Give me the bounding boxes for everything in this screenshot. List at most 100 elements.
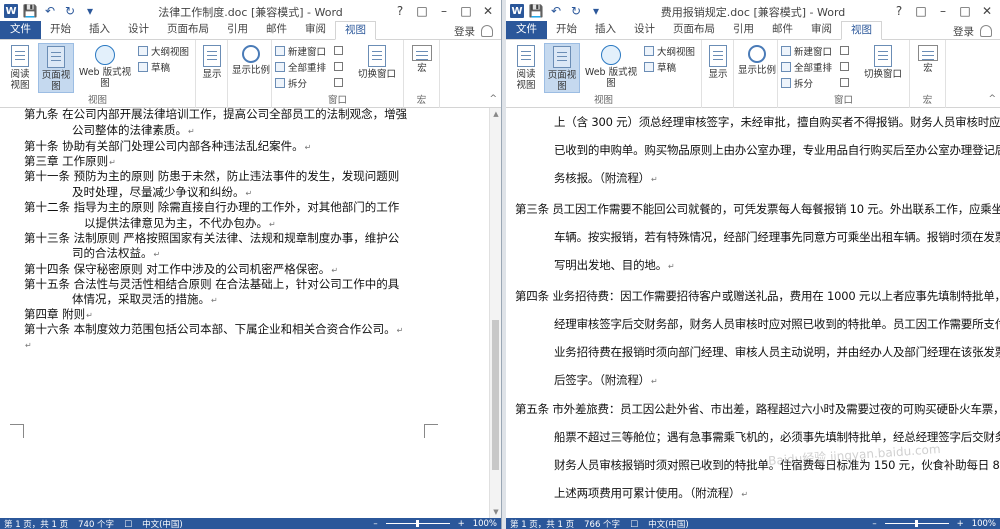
tab-file[interactable]: 文件: [506, 21, 547, 39]
language[interactable]: 中文(中国): [142, 518, 183, 529]
print-layout-button[interactable]: 页面视图: [544, 43, 580, 93]
close-button[interactable]: ✕: [477, 4, 499, 18]
ribbon-display-icon[interactable]: □: [910, 4, 932, 18]
sync-scroll-button[interactable]: [334, 60, 343, 73]
tab-mailings[interactable]: 邮件: [763, 21, 802, 39]
undo-icon[interactable]: ↶: [42, 3, 58, 19]
proofing-icon[interactable]: □: [630, 519, 638, 529]
draft-button[interactable]: 草稿: [138, 60, 170, 74]
read-mode-label: 阅读 视图: [516, 69, 536, 91]
show-button[interactable]: 显示: [196, 43, 228, 80]
tab-references[interactable]: 引用: [724, 21, 763, 39]
zoom-button[interactable]: 显示比例: [736, 43, 778, 76]
zoom-in-icon[interactable]: +: [957, 519, 964, 529]
tab-view[interactable]: 视图: [841, 21, 882, 40]
sign-in-link[interactable]: 登录: [953, 24, 974, 39]
scroll-up-icon[interactable]: ▲: [490, 108, 501, 120]
read-mode-button[interactable]: 阅读 视图: [508, 43, 544, 91]
arrange-all-button[interactable]: 全部重排: [275, 60, 326, 74]
read-mode-button[interactable]: 阅读 视图: [2, 43, 38, 91]
sign-in-link[interactable]: 登录: [454, 24, 475, 39]
split-button[interactable]: 拆分: [275, 76, 307, 90]
collapse-ribbon-icon[interactable]: ^: [489, 94, 497, 104]
save-icon[interactable]: 💾: [22, 3, 38, 19]
tab-layout[interactable]: 页面布局: [664, 21, 724, 39]
customize-qat-icon[interactable]: ▾: [588, 3, 604, 19]
split-icon: [781, 77, 791, 88]
help-icon[interactable]: ?: [389, 4, 411, 18]
account-icon[interactable]: [481, 25, 493, 37]
customize-qat-icon[interactable]: ▾: [82, 3, 98, 19]
save-icon[interactable]: 💾: [528, 3, 544, 19]
sync-scroll-button[interactable]: [840, 60, 849, 73]
collapse-ribbon-icon[interactable]: ^: [988, 94, 996, 104]
proofing-icon[interactable]: □: [124, 519, 132, 529]
web-layout-button[interactable]: Web 版式视图: [76, 43, 134, 89]
maximize-button[interactable]: □: [954, 4, 976, 18]
tab-references[interactable]: 引用: [218, 21, 257, 39]
help-icon[interactable]: ?: [888, 4, 910, 18]
side-by-side-button[interactable]: [840, 44, 849, 57]
new-window-button[interactable]: 新建窗口: [781, 44, 832, 58]
maximize-button[interactable]: □: [455, 4, 477, 18]
account-icon[interactable]: [980, 25, 992, 37]
arrange-all-button[interactable]: 全部重排: [781, 60, 832, 74]
tab-home[interactable]: 开始: [547, 21, 586, 39]
draft-button[interactable]: 草稿: [644, 60, 676, 74]
tab-review[interactable]: 审阅: [296, 21, 335, 39]
side-by-side-button[interactable]: [334, 44, 343, 57]
tab-view[interactable]: 视图: [335, 21, 376, 40]
zoom-slider[interactable]: [385, 520, 450, 527]
page-count[interactable]: 第 1 页，共 1 页: [510, 518, 574, 529]
redo-icon[interactable]: ↻: [62, 3, 78, 19]
zoom-button[interactable]: 显示比例: [230, 43, 272, 76]
web-layout-label: Web 版式视图: [584, 67, 638, 89]
zoom-out-icon[interactable]: –: [373, 519, 377, 529]
scroll-down-icon[interactable]: ▼: [490, 506, 501, 518]
macros-button[interactable]: 宏: [910, 43, 946, 74]
new-window-button[interactable]: 新建窗口: [275, 44, 326, 58]
tab-insert[interactable]: 插入: [80, 21, 119, 39]
outline-button[interactable]: 大纲视图: [644, 44, 695, 58]
tab-file[interactable]: 文件: [0, 21, 41, 39]
outline-button[interactable]: 大纲视图: [138, 44, 189, 58]
zoom-out-icon[interactable]: –: [872, 519, 876, 529]
tab-mailings[interactable]: 邮件: [257, 21, 296, 39]
tab-insert[interactable]: 插入: [586, 21, 625, 39]
split-button[interactable]: 拆分: [781, 76, 813, 90]
close-button[interactable]: ✕: [976, 4, 998, 18]
minimize-button[interactable]: –: [433, 4, 455, 18]
document-page[interactable]: 上（含 300 元）须总经理审核签字，未经审批，擅自购买者不得报销。财务人员审核…: [506, 108, 1000, 518]
zoom-level[interactable]: 100%: [473, 519, 497, 529]
tab-design[interactable]: 设计: [119, 21, 158, 39]
zoom-in-icon[interactable]: +: [458, 519, 465, 529]
tab-home[interactable]: 开始: [41, 21, 80, 39]
zoom-level[interactable]: 100%: [972, 519, 996, 529]
zoom-slider[interactable]: [884, 520, 949, 527]
switch-windows-icon: [874, 45, 892, 67]
switch-windows-button[interactable]: 切换窗口: [860, 43, 906, 80]
reset-position-button[interactable]: [840, 76, 849, 89]
switch-windows-button[interactable]: 切换窗口: [354, 43, 400, 80]
tab-design[interactable]: 设计: [625, 21, 664, 39]
tab-review[interactable]: 审阅: [802, 21, 841, 39]
scroll-thumb[interactable]: [492, 320, 499, 470]
ribbon-display-icon[interactable]: □: [411, 4, 433, 18]
undo-icon[interactable]: ↶: [548, 3, 564, 19]
minimize-button[interactable]: –: [932, 4, 954, 18]
redo-icon[interactable]: ↻: [568, 3, 584, 19]
page-count[interactable]: 第 1 页，共 1 页: [4, 518, 68, 529]
word-count[interactable]: 740 个字: [78, 518, 114, 529]
doc-line: 及时处理，尽量减少争议和纠纷。↵: [72, 185, 253, 199]
web-layout-button[interactable]: Web 版式视图: [582, 43, 640, 89]
macros-button[interactable]: 宏: [404, 43, 440, 74]
reset-position-button[interactable]: [334, 76, 343, 89]
word-count[interactable]: 766 个字: [584, 518, 620, 529]
language[interactable]: 中文(中国): [648, 518, 689, 529]
tab-layout[interactable]: 页面布局: [158, 21, 218, 39]
print-layout-button[interactable]: 页面视图: [38, 43, 74, 93]
vertical-scrollbar[interactable]: ▲ ▼: [489, 108, 501, 518]
doc-line: 第十五条 合法性与灵活性相结合原则 在合法基础上，针对公司工作中的具: [24, 277, 400, 291]
show-button[interactable]: 显示: [702, 43, 734, 80]
document-page[interactable]: 第九条 在公司内部开展法律培训工作，提高公司全部员工的法制观念，增强 公司整体的…: [0, 108, 501, 518]
